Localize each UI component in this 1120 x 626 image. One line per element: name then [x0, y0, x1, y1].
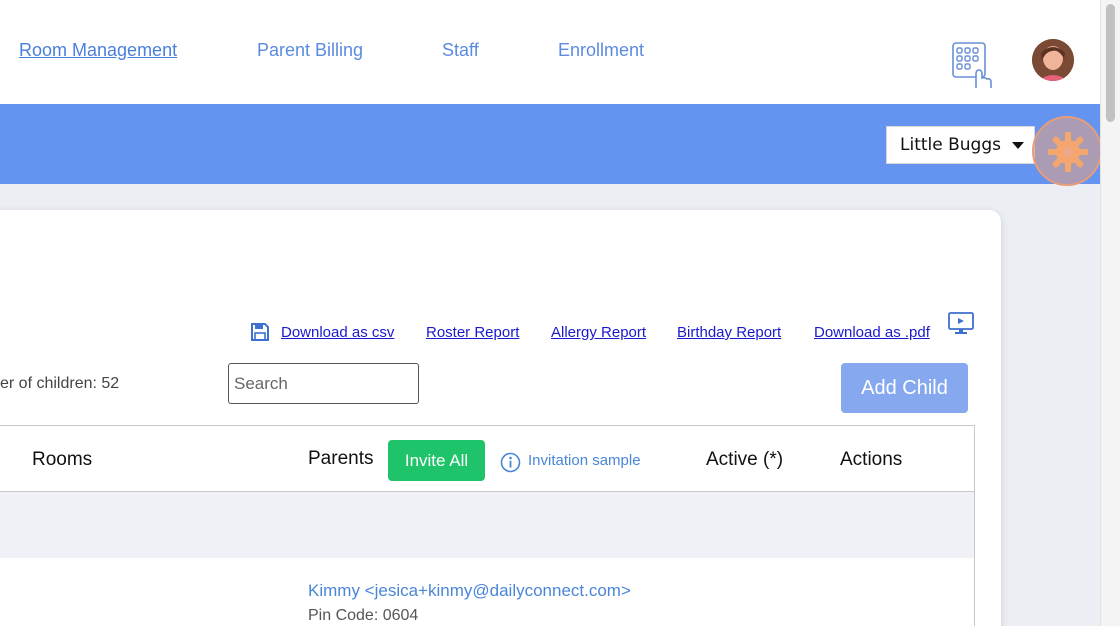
invitation-sample-link[interactable]: Invitation sample [528, 452, 641, 469]
download-csv-link[interactable]: Download as csv [281, 324, 394, 341]
keypad-touch-icon[interactable] [949, 40, 995, 90]
monitor-icon[interactable] [948, 312, 974, 336]
center-select-value: Little Buggs [900, 135, 1001, 155]
search-input[interactable] [228, 363, 419, 404]
download-pdf-link[interactable]: Download as .pdf [814, 324, 930, 341]
page-scrollbar[interactable] [1100, 0, 1120, 626]
nav-parent-billing[interactable]: Parent Billing [257, 40, 363, 61]
table-group-row [0, 492, 974, 558]
settings-button[interactable] [1032, 116, 1102, 186]
children-count: er of children: 52 [0, 375, 120, 392]
roster-report-link[interactable]: Roster Report [426, 324, 519, 341]
floppy-disk-icon[interactable] [250, 322, 270, 342]
parent-email-link[interactable]: Kimmy <jesica+kinmy@dailyconnect.com> [308, 581, 631, 601]
gear-icon [1048, 132, 1088, 172]
top-navigation: Room Management Parent Billing Staff Enr… [0, 0, 1100, 104]
birthday-report-link[interactable]: Birthday Report [677, 324, 781, 341]
scrollbar-thumb[interactable] [1106, 4, 1115, 122]
invite-all-button[interactable]: Invite All [388, 440, 485, 481]
nav-room-management[interactable]: Room Management [19, 40, 177, 61]
add-child-button[interactable]: Add Child [841, 363, 968, 413]
chevron-down-icon [1012, 142, 1024, 149]
nav-enrollment[interactable]: Enrollment [558, 40, 644, 61]
nav-staff[interactable]: Staff [442, 40, 479, 61]
info-icon[interactable] [500, 452, 521, 473]
center-select[interactable]: Little Buggs [886, 126, 1035, 164]
column-header-parents[interactable]: Parents [308, 448, 373, 470]
column-header-active[interactable]: Active (*) [706, 449, 783, 471]
table-row: Kimmy <jesica+kinmy@dailyconnect.com> Pi… [0, 558, 974, 626]
column-header-actions: Actions [840, 449, 903, 470]
pin-code: Pin Code: 0604 [308, 607, 419, 624]
allergy-report-link[interactable]: Allergy Report [551, 324, 646, 341]
column-header-rooms[interactable]: Rooms [32, 449, 92, 471]
table-header: Rooms Parents Invite All Invitation samp… [0, 426, 974, 492]
user-avatar[interactable] [1032, 39, 1074, 81]
children-table: Rooms Parents Invite All Invitation samp… [0, 425, 975, 626]
